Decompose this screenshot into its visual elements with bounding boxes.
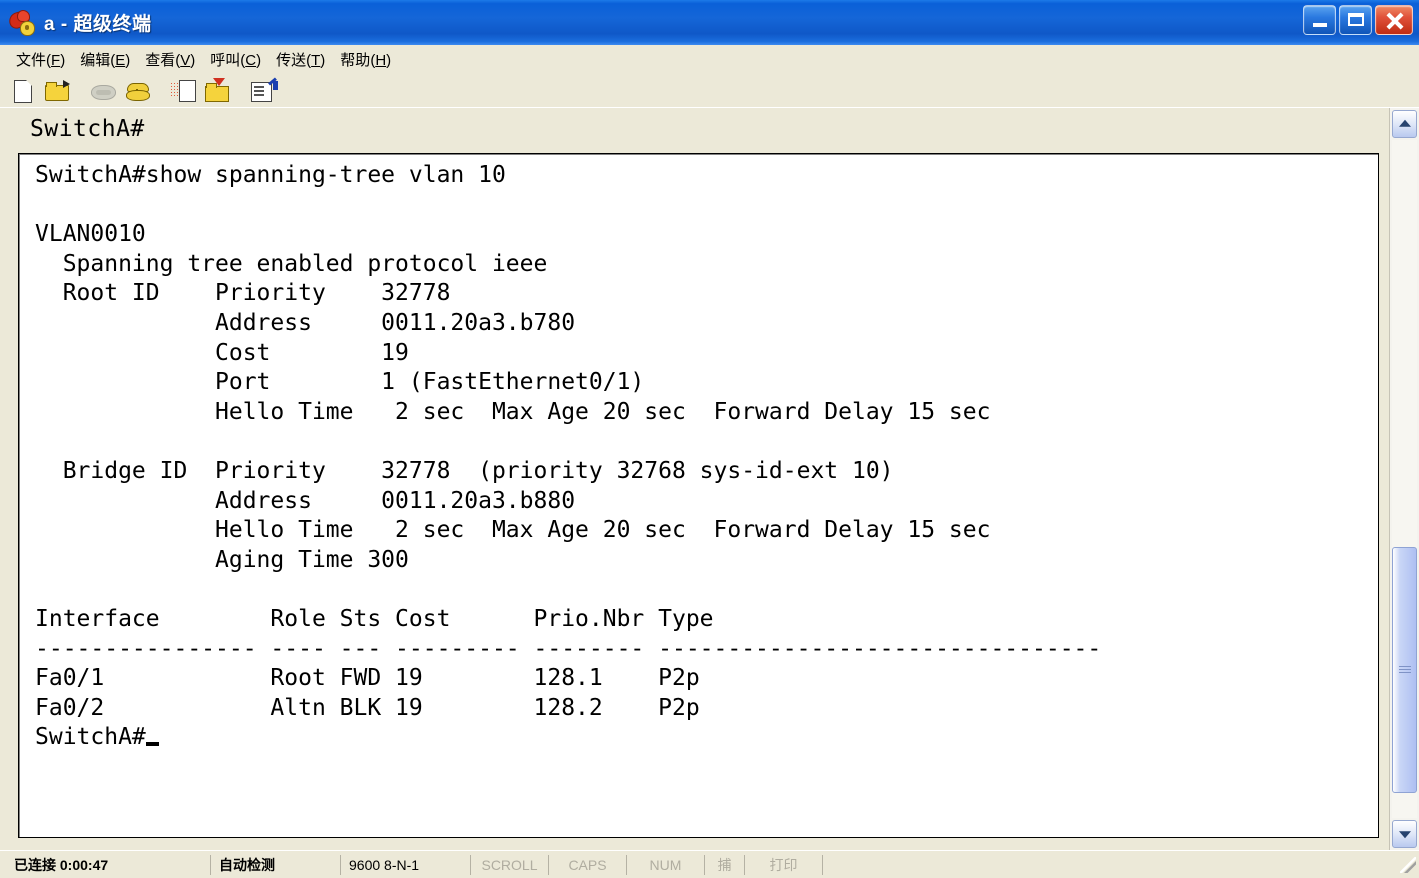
properties-icon[interactable] bbox=[248, 76, 278, 105]
menu-item-file[interactable]: 文件(F) bbox=[10, 47, 74, 72]
window-controls bbox=[1303, 5, 1413, 35]
menu-item-transfer[interactable]: 传送(T) bbox=[270, 47, 334, 72]
resize-grip-icon[interactable] bbox=[1400, 856, 1416, 873]
menu-label-file: 文件 bbox=[16, 51, 47, 69]
menu-accel-view: V bbox=[180, 51, 191, 69]
status-connection: 已连接 0:00:47 bbox=[6, 854, 211, 875]
terminal-body: SwitchA#show spanning-tree vlan 10 VLAN0… bbox=[35, 162, 1102, 721]
menu-accel-transfer: T bbox=[311, 51, 321, 69]
menu-bar: 文件(F) 编辑(E) 查看(V) 呼叫(C) 传送(T) 帮助(H) bbox=[0, 45, 1419, 74]
menu-item-help[interactable]: 帮助(H) bbox=[334, 47, 400, 72]
menu-item-view[interactable]: 查看(V) bbox=[139, 47, 204, 72]
status-num-indicator: NUM bbox=[627, 854, 705, 875]
terminal-final-prompt: SwitchA# bbox=[35, 724, 146, 751]
scrollbar-track[interactable] bbox=[1392, 140, 1417, 818]
hyperterminal-window: a - 超级终端 文件(F) 编辑(E) 查看(V) 呼叫(C) 传送(T) 帮… bbox=[0, 0, 1419, 878]
status-caps-indicator: CAPS bbox=[549, 854, 627, 875]
scrollbar-thumb[interactable] bbox=[1392, 546, 1417, 793]
menu-accel-help: H bbox=[375, 51, 387, 69]
status-detect: 自动检测 bbox=[211, 854, 341, 875]
title-bar[interactable]: a - 超级终端 bbox=[0, 0, 1419, 45]
menu-label-view: 查看 bbox=[145, 51, 176, 69]
terminal-text: SwitchA#show spanning-tree vlan 10 VLAN0… bbox=[35, 161, 1101, 753]
menu-item-call[interactable]: 呼叫(C) bbox=[204, 47, 270, 72]
status-spacer bbox=[823, 855, 839, 875]
send-file-icon[interactable] bbox=[168, 77, 198, 105]
status-capture-indicator: 捕 bbox=[705, 854, 745, 875]
scroll-up-icon[interactable] bbox=[1392, 110, 1417, 138]
terminal-cursor bbox=[145, 724, 159, 747]
terminal-header-prompt: SwitchA# bbox=[30, 116, 145, 142]
new-connection-icon[interactable] bbox=[8, 77, 38, 105]
disconnect-phone-icon[interactable] bbox=[88, 77, 118, 105]
close-button[interactable] bbox=[1375, 5, 1413, 35]
menu-accel-call: C bbox=[245, 51, 257, 69]
window-title: a - 超级终端 bbox=[44, 14, 152, 35]
hyperterminal-icon bbox=[7, 9, 36, 37]
client-area: SwitchA# SwitchA#show spanning-tree vlan… bbox=[0, 107, 1419, 850]
vertical-scrollbar[interactable] bbox=[1389, 108, 1419, 850]
menu-label-edit: 编辑 bbox=[80, 51, 111, 69]
terminal-wrapper[interactable]: SwitchA# SwitchA#show spanning-tree vlan… bbox=[0, 108, 1389, 850]
status-print-indicator: 打印 bbox=[745, 854, 823, 875]
menu-label-call: 呼叫 bbox=[210, 51, 241, 69]
status-bar: 已连接 0:00:47 自动检测 9600 8-N-1 SCROLL CAPS … bbox=[0, 850, 1419, 878]
toolbar bbox=[0, 74, 1419, 107]
menu-label-transfer: 传送 bbox=[276, 51, 307, 69]
scroll-down-icon[interactable] bbox=[1392, 820, 1417, 848]
menu-item-edit[interactable]: 编辑(E) bbox=[74, 47, 139, 72]
receive-file-icon[interactable] bbox=[202, 77, 232, 105]
call-phone-icon[interactable] bbox=[122, 77, 152, 105]
status-settings: 9600 8-N-1 bbox=[341, 854, 471, 875]
terminal-output-panel[interactable]: SwitchA#show spanning-tree vlan 10 VLAN0… bbox=[18, 153, 1379, 838]
status-scroll-indicator: SCROLL bbox=[471, 854, 549, 875]
maximize-button[interactable] bbox=[1339, 5, 1372, 35]
menu-accel-file: F bbox=[51, 51, 61, 69]
menu-label-help: 帮助 bbox=[340, 51, 371, 69]
menu-accel-edit: E bbox=[115, 51, 126, 69]
open-connection-icon[interactable] bbox=[42, 77, 72, 105]
minimize-button[interactable] bbox=[1303, 5, 1336, 35]
